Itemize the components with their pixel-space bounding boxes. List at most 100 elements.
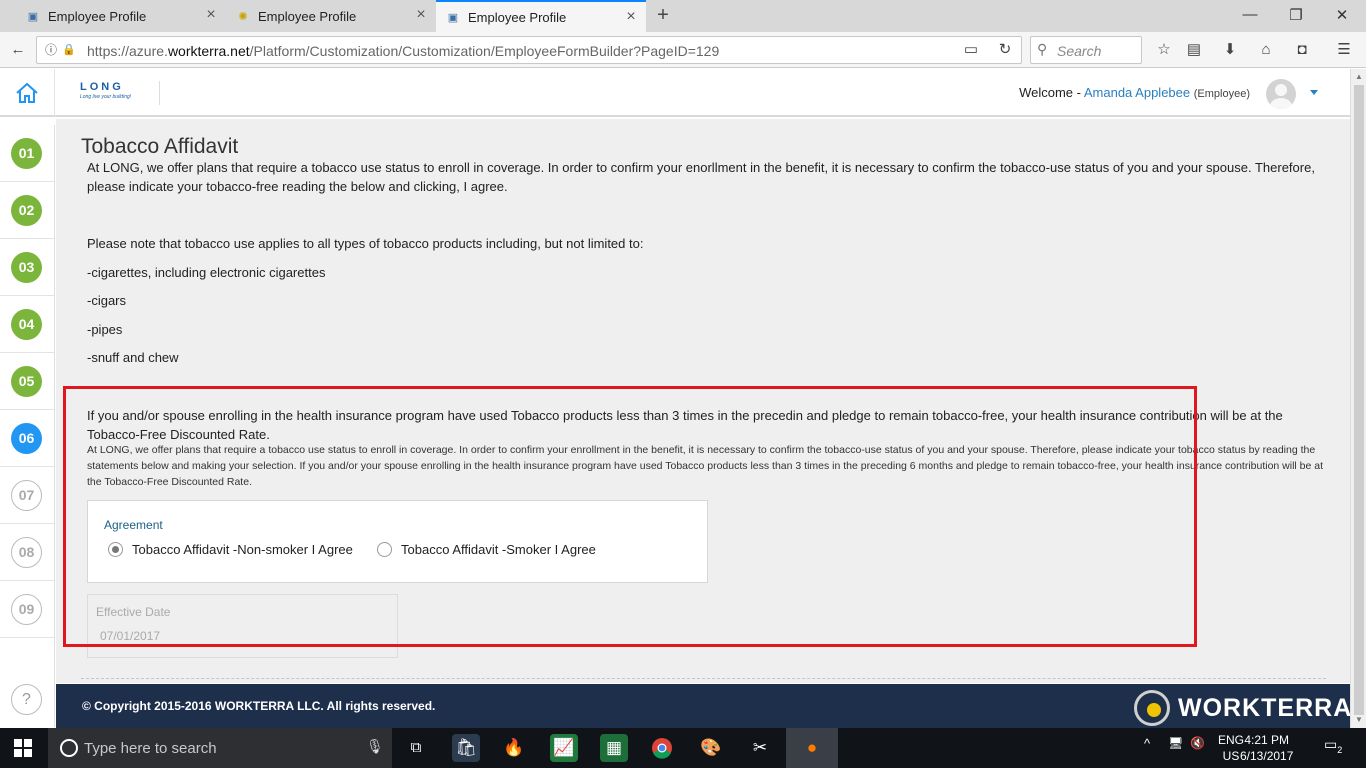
scroll-up-arrow-icon[interactable]: ▲ [1354,72,1364,82]
notification-center-icon[interactable]: ▭2 [1324,736,1342,755]
windows-start-icon[interactable] [14,739,32,757]
reader-view-icon[interactable]: ▭ [961,40,981,60]
tray-chevron-up-icon[interactable]: ^ [1144,736,1150,751]
workterra-favicon-icon: ▣ [27,10,39,23]
speaker-muted-icon[interactable]: 🔇 [1190,736,1205,750]
home-icon[interactable]: ⌂ [1256,40,1276,60]
welcome-text: Welcome - Amanda Applebee (Employee) [1019,85,1250,100]
close-tab-icon[interactable]: × [414,7,428,23]
highlight-annotation-box [63,386,1197,647]
taskbar-search-box[interactable]: Type here to search 🎙 [48,728,392,768]
browser-search-box[interactable]: ⚲ Search [1030,36,1142,64]
workterra-mark-icon [1134,690,1170,726]
page-title: Tobacco Affidavit [81,135,239,158]
network-icon[interactable]: 🖥 [1168,736,1183,750]
reading-list-icon[interactable]: ▤ [1184,40,1204,60]
task-view-icon[interactable]: ⧉ [402,734,430,762]
taskbar-search-placeholder: Type here to search [84,740,217,757]
padlock-icon: 🔒 [62,44,76,56]
url-text[interactable]: https://azure.workterra.net/Platform/Cus… [87,43,719,59]
reload-icon[interactable]: ↻ [995,40,1015,60]
user-role: (Employee) [1193,88,1250,100]
browser-tab-bar: ▣ Employee Profile × ✺ Employee Profile … [0,0,1366,32]
new-tab-button[interactable]: + [652,5,674,27]
product-item: -pipes [87,322,123,337]
download-icon[interactable]: ⬇ [1220,40,1240,60]
bookmark-star-icon[interactable]: ☆ [1154,40,1174,60]
tab-title: Employee Profile [468,9,567,25]
chrome-icon[interactable] [648,734,676,762]
browser-tab-2[interactable]: ✺ Employee Profile × [226,0,436,32]
step-number[interactable]: 03 [11,252,42,283]
step-number[interactable]: 02 [11,195,42,226]
back-arrow-icon[interactable]: ← [8,40,28,60]
windows-taskbar: Type here to search 🎙 ⧉ 🛍 🔥 📈 ▦ 🎨 ✂ ● ^ … [0,728,1366,768]
info-icon[interactable]: ⓘ [41,40,61,60]
step-sidebar: 01 02 03 04 05 06 07 08 09 [0,125,55,727]
browser-tab-3-active[interactable]: ▣ Employee Profile × [436,0,646,32]
step-number[interactable]: 06 [11,423,42,454]
flame-app-icon[interactable]: 🔥 [500,734,528,762]
product-item: -cigars [87,293,127,308]
page-scrollbar[interactable]: ▲ ▼ [1350,69,1366,728]
step-item-09[interactable]: 09 [0,581,55,638]
address-bar[interactable]: ⓘ 🔒 https://azure.workterra.net/Platform… [36,36,1022,64]
search-icon: ⚲ [1037,41,1048,57]
cortana-icon [60,739,78,757]
divider [81,678,1326,679]
system-clock[interactable]: 4:21 PM 6/13/2017 [1240,732,1293,764]
minimize-window-button[interactable]: — [1240,6,1260,26]
restore-window-button[interactable]: ❐ [1286,6,1306,26]
workterra-favicon-icon: ▣ [447,11,459,24]
step-number[interactable]: 04 [11,309,42,340]
close-window-button[interactable]: ✕ [1332,6,1352,26]
step-item-06[interactable]: 06 [0,410,55,467]
app-header: LONG Long live your building! Welcome - … [0,69,1350,117]
home-button[interactable] [0,69,55,117]
company-logo: LONG Long live your building! [80,81,160,105]
browser-nav-bar: ← ⓘ 🔒 https://azure.workterra.net/Platfo… [0,32,1366,68]
menu-icon[interactable]: ☰ [1334,40,1354,60]
step-number[interactable]: 07 [11,480,42,511]
step-number[interactable]: 01 [11,138,42,169]
step-item-03[interactable]: 03 [0,239,55,296]
paint-icon[interactable]: 🎨 [697,734,725,762]
home-icon [16,82,38,103]
intro-text: At LONG, we offer plans that require a t… [87,160,1315,194]
copyright-text: © Copyright 2015-2016 WORKTERRA LLC. All… [82,699,436,713]
store-icon[interactable]: 🛍 [452,734,480,762]
step-number[interactable]: 08 [11,537,42,568]
note-text: Please note that tobacco use applies to … [87,236,644,251]
microphone-icon[interactable]: 🎙 [366,738,384,755]
avatar[interactable] [1266,79,1296,109]
step-number[interactable]: 05 [11,366,42,397]
chart-app-icon[interactable]: 📈 [550,734,578,762]
step-item-05[interactable]: 05 [0,353,55,410]
excel-icon[interactable]: ▦ [600,734,628,762]
step-item-02[interactable]: 02 [0,182,55,239]
close-tab-icon[interactable]: × [204,7,218,23]
search-placeholder: Search [1057,43,1102,59]
workterra-logo: WORKTERRA [1134,690,1352,726]
browser-tab-1[interactable]: ▣ Employee Profile × [16,0,226,32]
product-item: -cigarettes, including electronic cigare… [87,265,326,280]
tab-title: Employee Profile [48,8,147,24]
help-button[interactable]: ? [11,684,42,715]
product-item: -snuff and chew [87,350,179,365]
scrollbar-thumb[interactable] [1354,85,1364,715]
sun-favicon-icon: ✺ [238,10,248,23]
pocket-icon[interactable]: ◘ [1292,40,1312,60]
tab-title: Employee Profile [258,8,357,24]
step-item-07[interactable]: 07 [0,467,55,524]
step-number[interactable]: 09 [11,594,42,625]
scroll-down-arrow-icon[interactable]: ▼ [1354,715,1364,725]
step-item-01[interactable]: 01 [0,125,55,182]
firefox-icon[interactable]: ● [786,728,838,768]
snipping-tool-icon[interactable]: ✂ [746,734,774,762]
page-footer: © Copyright 2015-2016 WORKTERRA LLC. All… [56,684,1352,728]
user-name-link[interactable]: Amanda Applebee [1084,85,1190,100]
close-tab-icon[interactable]: × [624,9,638,25]
step-item-08[interactable]: 08 [0,524,55,581]
chevron-down-icon[interactable] [1310,90,1318,95]
step-item-04[interactable]: 04 [0,296,55,353]
